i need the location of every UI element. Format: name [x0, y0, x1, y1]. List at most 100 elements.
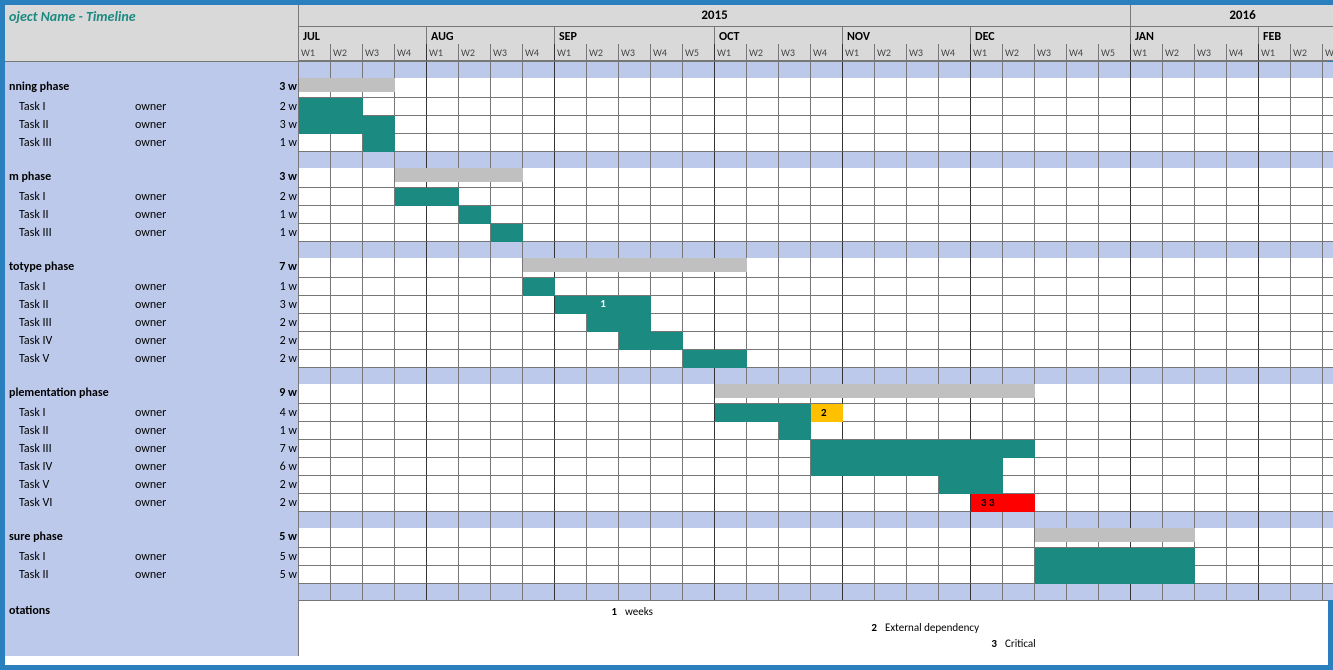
spacer-side [5, 512, 299, 528]
spacer-side [5, 152, 299, 168]
task-owner: owner [133, 98, 211, 116]
month-cell: AUG [427, 27, 555, 44]
gantt-bar: 1 [555, 296, 651, 314]
week-cell: W2 [747, 44, 779, 61]
task-grid [299, 206, 1333, 224]
task-duration: 2 w [211, 98, 299, 116]
week-cell: W5 [683, 44, 715, 61]
gantt-bar [779, 422, 811, 440]
gantt-bar [459, 206, 491, 224]
task-duration: 1 w [211, 134, 299, 152]
task-row: Task IV owner 2 w [5, 332, 1328, 350]
task-owner: owner [133, 404, 211, 422]
task-name: Task I [5, 278, 133, 296]
task-grid [299, 278, 1333, 296]
spacer-grid [299, 512, 1333, 528]
task-owner: owner [133, 350, 211, 368]
task-grid [299, 98, 1333, 116]
gantt-bar [299, 116, 395, 134]
phase-summary-bar [395, 168, 523, 182]
gantt-bar [619, 332, 683, 350]
month-cell: SEP [555, 27, 715, 44]
task-grid: 1 [299, 296, 1333, 314]
task-duration: 2 w [211, 476, 299, 494]
gantt-bar [299, 98, 363, 116]
annotation-text: Critical [1005, 637, 1036, 650]
task-grid [299, 224, 1333, 242]
gantt-bar [363, 134, 395, 152]
phase-row: m phase 3 w [5, 168, 1328, 188]
week-header: W1W2W3W4W1W2W3W4W1W2W3W4W5W1W2W3W4W1W2W3… [299, 44, 1333, 61]
phase-side: nning phase 3 w [5, 78, 299, 98]
gantt-bar [715, 404, 811, 422]
task-owner: owner [133, 476, 211, 494]
task-side: Task VI owner 2 w [5, 494, 299, 512]
week-cell: W2 [1003, 44, 1035, 61]
task-owner: owner [133, 314, 211, 332]
month-cell: FEB [1259, 27, 1333, 44]
annotation-item: 1weeks [599, 605, 653, 618]
task-row: Task VI owner 2 w 3 3 [5, 494, 1328, 512]
phase-row: nning phase 3 w [5, 78, 1328, 98]
annotation-item: 2External dependency [859, 621, 979, 634]
task-duration: 2 w [211, 494, 299, 512]
task-row: Task I owner 2 w [5, 188, 1328, 206]
gantt-bar: 3 3 [971, 494, 1035, 512]
task-row: Task III owner 1 w [5, 134, 1328, 152]
phase-side: totype phase 7 w [5, 258, 299, 278]
task-grid [299, 566, 1333, 584]
week-cell: W1 [715, 44, 747, 61]
gantt-bar [683, 350, 747, 368]
task-grid [299, 188, 1333, 206]
task-name: Task I [5, 188, 133, 206]
task-side: Task V owner 2 w [5, 350, 299, 368]
task-row: Task I owner 2 w [5, 98, 1328, 116]
task-side: Task III owner 2 w [5, 314, 299, 332]
bar-milestone: 3 3 [981, 496, 995, 509]
phase-grid [299, 168, 1333, 188]
task-grid [299, 422, 1333, 440]
gantt-bar [811, 458, 1003, 476]
task-side: Task IV owner 6 w [5, 458, 299, 476]
annotation-item: 3 Critical [979, 637, 1036, 650]
phase-name: sure phase [5, 528, 133, 548]
task-name: Task IV [5, 332, 133, 350]
task-name: Task II [5, 296, 133, 314]
task-grid [299, 116, 1333, 134]
month-header: JULAUGSEPOCTNOVDECJANFEB [299, 27, 1333, 44]
task-row: Task I owner 4 w 2 [5, 404, 1328, 422]
phase-duration: 3 w [211, 78, 299, 98]
week-cell: W2 [1291, 44, 1323, 61]
task-duration: 6 w [211, 458, 299, 476]
bar-annotation: 1 [555, 297, 651, 310]
task-row: Task III owner 1 w [5, 224, 1328, 242]
spacer-side [5, 584, 299, 600]
task-owner: owner [133, 458, 211, 476]
week-cell: W1 [971, 44, 1003, 61]
annotation-num: 3 [979, 637, 997, 650]
task-side: Task II owner 1 w [5, 206, 299, 224]
task-name: Task VI [5, 494, 133, 512]
task-side: Task II owner 5 w [5, 566, 299, 584]
task-duration: 5 w [211, 548, 299, 566]
gantt-bar [395, 188, 459, 206]
task-row: Task III owner 2 w [5, 314, 1328, 332]
week-cell: W4 [651, 44, 683, 61]
task-owner: owner [133, 566, 211, 584]
task-name: Task I [5, 548, 133, 566]
week-cell: W4 [1067, 44, 1099, 61]
task-name: Task II [5, 116, 133, 134]
spacer-side [5, 62, 299, 78]
task-row: Task V owner 2 w [5, 476, 1328, 494]
task-side: Task I owner 2 w [5, 98, 299, 116]
phase-side: sure phase 5 w [5, 528, 299, 548]
phase-summary-bar [1035, 528, 1195, 542]
gantt-bar [587, 314, 651, 332]
title-text: oject Name - Timeline [5, 5, 140, 27]
task-name: Task II [5, 566, 133, 584]
task-row: Task II owner 1 w [5, 206, 1328, 224]
month-cell: JAN [1131, 27, 1259, 44]
task-owner: owner [133, 332, 211, 350]
week-cell: W3 [1035, 44, 1067, 61]
year-header: 20152016 [299, 5, 1333, 27]
